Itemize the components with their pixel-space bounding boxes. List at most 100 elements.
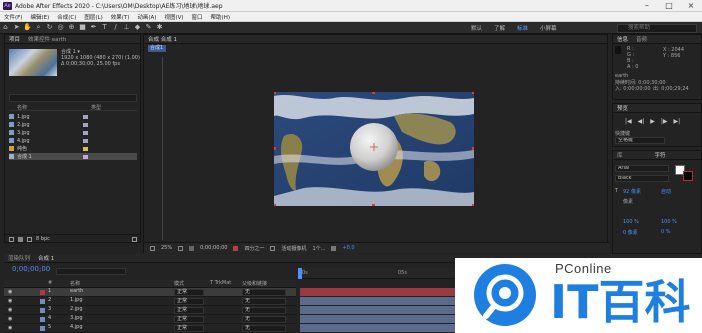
workspace-small-screen[interactable]: 小屏幕 — [534, 24, 563, 32]
comp-nav-tab[interactable]: 合成1 — [148, 45, 166, 52]
parent-select[interactable]: 无 — [242, 307, 286, 314]
tab-library[interactable]: 库 — [613, 151, 627, 159]
list-item[interactable]: 1.jpg — [9, 113, 137, 120]
col-trkmat[interactable]: T TrkMat — [210, 280, 231, 286]
workspace-learn[interactable]: 了解 — [488, 24, 511, 32]
visibility-eye-icon[interactable]: ◉ — [8, 307, 12, 313]
font-style-select[interactable]: Black — [615, 175, 669, 182]
menu-view[interactable]: 视图(V) — [160, 13, 187, 21]
menu-effect[interactable]: 效果(T) — [107, 13, 134, 21]
puppet-tool-icon[interactable]: ✱ — [155, 23, 164, 32]
camera-tool-icon[interactable]: ◎ — [56, 23, 65, 32]
parent-select[interactable]: 无 — [242, 325, 286, 332]
leading-value[interactable]: 自动 — [661, 188, 671, 195]
stroke-color-swatch[interactable] — [683, 171, 693, 181]
fast-previews-icon[interactable] — [331, 245, 337, 251]
bpc-label[interactable]: 8 bpc — [36, 236, 50, 242]
hand-tool-icon[interactable]: ✋ — [23, 23, 32, 32]
close-button[interactable]: × — [680, 0, 702, 12]
play-icon[interactable]: ▶ — [650, 118, 655, 125]
camera-select[interactable]: 活动摄像机 — [281, 245, 306, 252]
prev-frame-icon[interactable]: ◀| — [638, 118, 645, 125]
tab-info[interactable]: 信息 — [613, 35, 632, 43]
zoom-select[interactable]: 25% — [161, 245, 172, 251]
baseline-shift-value[interactable]: 0 像素 — [623, 229, 638, 236]
grid-icon[interactable] — [178, 245, 184, 251]
menu-file[interactable]: 文件(F) — [0, 13, 26, 21]
col-type[interactable]: 类型 — [91, 104, 101, 111]
pen-tool-icon[interactable]: ✒ — [89, 23, 98, 32]
menu-edit[interactable]: 编辑(E) — [26, 13, 53, 21]
region-icon[interactable] — [150, 245, 155, 251]
tab-character[interactable]: 字符 — [651, 151, 670, 159]
new-folder-icon[interactable] — [18, 236, 23, 242]
viewer-timecode[interactable]: 0;00;00;00 — [200, 245, 227, 251]
layer-mode-select[interactable]: 正常 — [174, 289, 204, 296]
vertical-scale-value[interactable]: 100 % — [623, 219, 639, 225]
maximize-button[interactable]: □ — [658, 0, 680, 12]
layer-label-color[interactable] — [40, 326, 45, 331]
comp-name[interactable]: 合成 1 ▾ — [61, 48, 80, 55]
font-family-select[interactable]: Arial — [615, 165, 669, 172]
tab-render-queue[interactable]: 渲染队列 — [4, 254, 34, 262]
layer-label-color[interactable] — [40, 290, 45, 295]
col-parent[interactable]: 父级和链接 — [242, 280, 267, 287]
layer-mode-select[interactable]: 正常 — [174, 298, 204, 305]
layer-mode-select[interactable]: 正常 — [174, 307, 204, 314]
next-frame-icon[interactable]: |▶ — [661, 118, 668, 125]
tab-timeline-comp[interactable]: 合成 1 — [34, 254, 58, 262]
new-comp-icon[interactable] — [27, 236, 32, 242]
rotate-tool-icon[interactable]: ↻ — [45, 23, 54, 32]
layer-row[interactable]: ◉ 1 earth 正常无 — [4, 288, 296, 297]
comp-canvas-earth-image[interactable] — [274, 92, 474, 206]
workspace-standard[interactable]: 标准 — [511, 24, 534, 32]
home-icon[interactable]: ⌂ — [1, 23, 10, 32]
tsume-value[interactable]: 0 % — [661, 229, 671, 235]
tab-effect-controls[interactable]: 效果控件 earth — [24, 35, 70, 43]
layer-row[interactable]: ◉ 3 2.jpg 正常无 — [4, 306, 296, 315]
playhead[interactable] — [298, 268, 302, 279]
interpret-footage-icon[interactable] — [9, 236, 14, 242]
color-channel-icon[interactable] — [233, 245, 239, 251]
parent-select[interactable]: 无 — [242, 316, 286, 323]
delete-icon[interactable] — [131, 236, 137, 242]
last-frame-icon[interactable]: ▶| — [674, 118, 681, 125]
minimize-button[interactable]: – — [636, 0, 658, 12]
timeline-timecode[interactable]: 0;00;00;00 — [12, 265, 50, 273]
selection-tool-icon[interactable]: ➤ — [12, 23, 21, 32]
menu-layer[interactable]: 图层(L) — [80, 13, 106, 21]
visibility-eye-icon[interactable]: ◉ — [8, 289, 12, 295]
workspace-default[interactable]: 默认 — [465, 24, 488, 32]
list-item[interactable]: 3.jpg — [9, 129, 137, 136]
tracking-value[interactable]: 像素 — [623, 198, 633, 205]
layer-row[interactable]: ◉ 2 1.jpg 正常无 — [4, 297, 296, 306]
help-search-input[interactable]: 搜索帮助 — [617, 24, 697, 33]
list-item[interactable]: 2.jpg — [9, 121, 137, 128]
col-layer-name[interactable]: 名称 — [70, 280, 80, 287]
layer-row[interactable]: ◉ 5 4.jpg 正常无 — [4, 324, 296, 333]
visibility-eye-icon[interactable]: ◉ — [8, 325, 12, 331]
clone-stamp-tool-icon[interactable]: ⊥ — [122, 23, 131, 32]
pan-behind-tool-icon[interactable]: ⊕ — [67, 23, 76, 32]
layer-mode-select[interactable]: 正常 — [174, 316, 204, 323]
transparency-grid-icon[interactable] — [270, 245, 276, 251]
layer-row[interactable]: ◉ 4 3.jpg 正常无 — [4, 315, 296, 324]
menu-animation[interactable]: 动画(A) — [133, 13, 160, 21]
layer-label-color[interactable] — [40, 317, 45, 322]
horizontal-scale-value[interactable]: 100 % — [661, 219, 677, 225]
shape-tool-icon[interactable]: ■ — [78, 23, 87, 32]
shortcut-select[interactable]: 空格键 — [615, 137, 665, 144]
eraser-tool-icon[interactable]: ◆ — [133, 23, 142, 32]
visibility-eye-icon[interactable]: ◉ — [8, 298, 12, 304]
list-item[interactable]: 4.jpg — [9, 137, 137, 144]
layer-search-input[interactable] — [56, 268, 126, 275]
col-name[interactable]: 名称 — [17, 104, 27, 111]
font-size-value[interactable]: 92 像素 — [623, 188, 641, 195]
views-select[interactable]: 1个... — [312, 245, 325, 252]
project-search-input[interactable] — [9, 94, 137, 102]
col-mode[interactable]: 模式 — [174, 280, 184, 287]
parent-select[interactable]: 无 — [242, 289, 286, 296]
roto-brush-tool-icon[interactable]: ✎ — [144, 23, 153, 32]
parent-select[interactable]: 无 — [242, 298, 286, 305]
camera-snapshot-icon[interactable] — [189, 245, 195, 251]
